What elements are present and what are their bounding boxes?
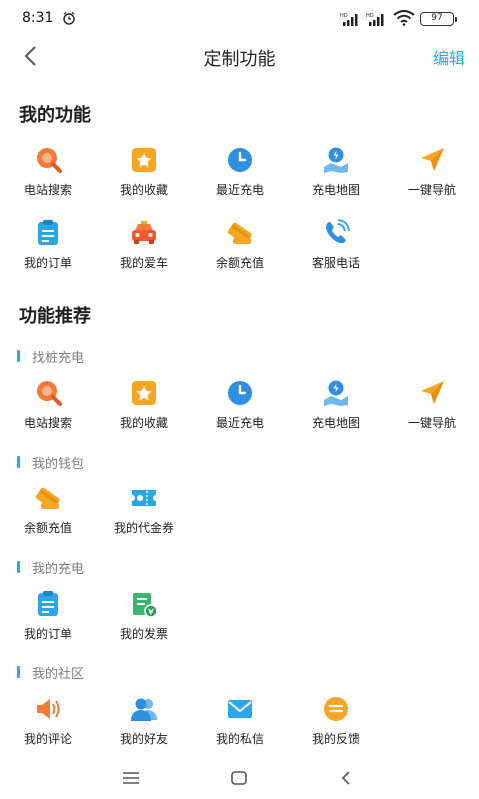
menu-icon[interactable] — [120, 768, 142, 788]
function-item-friends[interactable]: 我的好友 — [96, 694, 192, 750]
message-icon — [225, 694, 255, 724]
recommend-title: 功能推荐 — [19, 306, 91, 327]
my-functions-title: 我的功能 — [19, 105, 91, 126]
function-item-label: 余额充值 — [215, 256, 264, 270]
map-icon — [321, 378, 351, 408]
function-item-recharge[interactable]: 余额充值 — [0, 483, 96, 539]
alarm-icon — [63, 11, 75, 25]
system-nav-bar — [0, 756, 479, 799]
function-item-label: 最近充电 — [215, 416, 264, 430]
function-item-clock[interactable]: 最近充电 — [192, 378, 288, 434]
favorites-icon — [129, 145, 159, 175]
function-item-label: 我的收藏 — [119, 416, 168, 430]
function-item-label: 我的私信 — [215, 732, 264, 746]
favorites-icon — [129, 378, 159, 408]
svg-text:HD: HD — [366, 13, 374, 19]
function-item-favorites[interactable]: 我的收藏 — [96, 145, 192, 201]
back-nav-icon[interactable] — [336, 768, 358, 788]
signal-icon-2: HD — [366, 13, 384, 26]
function-item-feedback[interactable]: 我的反馈 — [288, 694, 384, 750]
function-item-label: 我的评论 — [23, 732, 72, 746]
status-time: 8:31 — [22, 10, 54, 26]
function-item-station-search[interactable]: 电站搜索 — [0, 145, 96, 201]
feedback-icon — [321, 694, 351, 724]
function-item-label: 我的代金券 — [113, 521, 174, 535]
function-item-label: 余额充值 — [23, 521, 72, 535]
function-item-label: 充电地图 — [311, 183, 360, 197]
wifi-icon — [393, 10, 415, 26]
comment-icon — [33, 694, 63, 724]
order-icon — [33, 589, 63, 619]
function-item-phone[interactable]: 客服电话 — [288, 218, 384, 274]
function-item-map[interactable]: 充电地图 — [288, 145, 384, 201]
invoice-icon — [129, 589, 159, 619]
function-item-navigation[interactable]: 一键导航 — [384, 145, 479, 201]
friends-icon — [129, 694, 159, 724]
function-item-clock[interactable]: 最近充电 — [192, 145, 288, 201]
function-item-label: 我的反馈 — [311, 732, 360, 746]
function-item-order[interactable]: 我的订单 — [0, 218, 96, 274]
function-item-navigation[interactable]: 一键导航 — [384, 378, 479, 434]
function-item-recharge[interactable]: 余额充值 — [192, 218, 288, 274]
function-item-voucher[interactable]: 我的代金券 — [96, 483, 192, 539]
group-title-find-pile: 找桩充电 — [17, 347, 84, 366]
group-title-community: 我的社区 — [17, 663, 84, 682]
function-item-invoice[interactable]: 我的发票 — [96, 589, 192, 645]
function-item-label: 充电地图 — [311, 416, 360, 430]
function-item-station-search[interactable]: 电站搜索 — [0, 378, 96, 434]
order-icon — [33, 218, 63, 248]
function-item-label: 最近充电 — [215, 183, 264, 197]
map-icon — [321, 145, 351, 175]
status-bar: 8:31 HD HD 97 — [0, 0, 479, 36]
nav-bar: 定制功能 编辑 — [0, 36, 479, 76]
function-item-label: 电站搜索 — [23, 416, 72, 430]
function-item-label: 一键导航 — [407, 183, 456, 197]
home-icon[interactable] — [228, 768, 250, 788]
station-search-icon — [33, 145, 63, 175]
signal-icon: HD — [340, 13, 358, 26]
station-search-icon — [33, 378, 63, 408]
function-item-comment[interactable]: 我的评论 — [0, 694, 96, 750]
function-item-label: 客服电话 — [311, 256, 360, 270]
function-item-label: 我的收藏 — [119, 183, 168, 197]
function-item-label: 我的好友 — [119, 732, 168, 746]
navigation-icon — [417, 145, 447, 175]
function-item-label: 我的爱车 — [119, 256, 168, 270]
function-item-label: 一键导航 — [407, 416, 456, 430]
function-item-message[interactable]: 我的私信 — [192, 694, 288, 750]
recharge-icon — [33, 483, 63, 513]
function-item-favorites[interactable]: 我的收藏 — [96, 378, 192, 434]
back-icon[interactable] — [20, 44, 42, 68]
phone-icon — [321, 218, 351, 248]
clock-icon — [225, 145, 255, 175]
battery-indicator: 97 — [420, 12, 457, 26]
page-title: 定制功能 — [203, 49, 276, 70]
function-item-label: 电站搜索 — [23, 183, 72, 197]
edit-button[interactable]: 编辑 — [433, 45, 465, 69]
car-icon — [129, 218, 159, 248]
function-item-order[interactable]: 我的订单 — [0, 589, 96, 645]
voucher-icon — [129, 483, 159, 513]
function-item-label: 我的订单 — [23, 627, 72, 641]
recharge-icon — [225, 218, 255, 248]
function-item-label: 我的发票 — [119, 627, 168, 641]
clock-icon — [225, 378, 255, 408]
group-title-wallet: 我的钱包 — [17, 453, 84, 472]
group-title-my-charging: 我的充电 — [17, 558, 84, 577]
navigation-icon — [417, 378, 447, 408]
function-item-map[interactable]: 充电地图 — [288, 378, 384, 434]
svg-text:HD: HD — [340, 13, 348, 19]
function-item-car[interactable]: 我的爱车 — [96, 218, 192, 274]
function-item-label: 我的订单 — [23, 256, 72, 270]
